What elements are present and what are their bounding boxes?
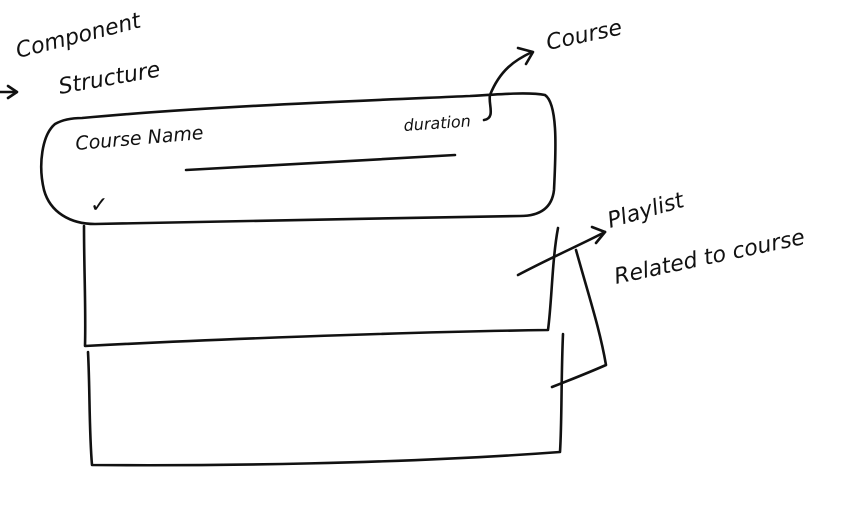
duration-label: duration (403, 111, 471, 135)
course-arrow (482, 50, 534, 122)
playlist-bracket (516, 230, 607, 277)
course-name-underline (184, 153, 457, 172)
playlist-bracket-vertical (550, 248, 608, 389)
component-structure-line1: Component (13, 8, 144, 63)
course-label: Course (544, 15, 624, 55)
playlist-item-1 (82, 224, 560, 348)
course-card (39, 92, 557, 226)
playlist-related-label: Related to course (612, 225, 807, 290)
course-name-label: Course Name (75, 122, 205, 155)
component-structure-line2: Structure (57, 57, 163, 99)
playlist-label: Playlist (605, 188, 688, 234)
component-structure-sketch: Component Structure Course Name duration… (0, 8, 807, 467)
playlist-item-2 (86, 332, 565, 467)
left-edge-arrow (0, 84, 19, 100)
check-mark: ✓ (90, 193, 108, 218)
